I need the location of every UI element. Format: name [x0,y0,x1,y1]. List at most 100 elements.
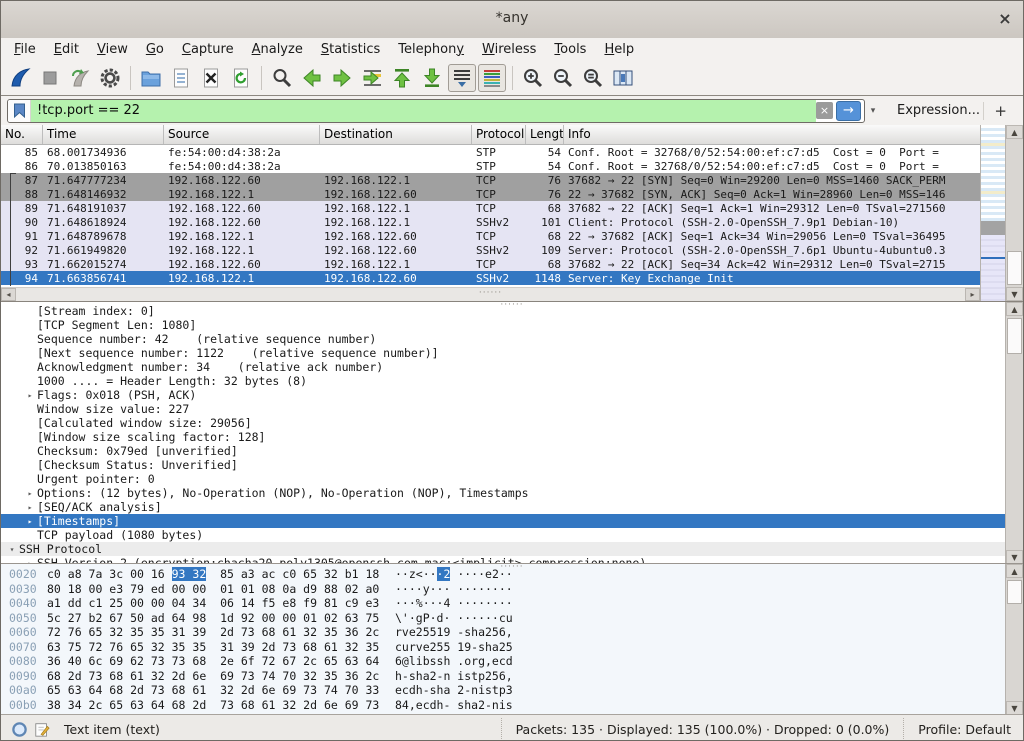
close-file-button[interactable] [197,64,225,92]
display-filter-input[interactable]: !tcp.port == 22 × → [7,99,865,123]
detail-line[interactable]: ▸ Options: (12 bytes), No-Operation (NOP… [1,486,1005,500]
stop-capture-button[interactable] [36,64,64,92]
menu-item[interactable]: Telephony [389,40,473,59]
menu-item[interactable]: View [88,40,137,59]
packet-row[interactable]: 85 68.001734936 fe:54:00:d4:38:2a STP 54… [1,145,980,159]
pane-splitter-grip[interactable]: ······ [479,288,502,299]
expander-icon[interactable]: ▸ [23,517,37,526]
detail-line[interactable]: Urgent pointer: 0 [1,472,1005,486]
scroll-left-icon[interactable]: ◂ [1,288,16,301]
details-vscrollbar[interactable]: ▲ ▼ [1005,302,1023,564]
menu-item[interactable]: Capture [173,40,243,59]
detail-line[interactable]: Sequence number: 42 (relative sequence n… [1,332,1005,346]
packet-row[interactable]: 90 71.648618924 192.168.122.60 192.168.1… [1,215,980,229]
scroll-up-icon[interactable]: ▲ [1006,302,1023,316]
packet-list-hscrollbar[interactable]: ◂ ······ ▸ [1,287,980,301]
go-last-packet-button[interactable] [418,64,446,92]
filter-bookmark-button[interactable] [8,100,31,122]
hex-row[interactable]: 0050 5c 27 b2 67 50 ad 64 98 1d 92 00 00… [9,611,1005,626]
scroll-up-icon[interactable]: ▲ [1006,125,1023,139]
scrollbar-thumb[interactable] [1007,318,1022,354]
scroll-down-icon[interactable]: ▼ [1006,701,1023,715]
expander-icon[interactable]: ▸ [23,503,37,512]
hex-row[interactable]: 0040 a1 dd c1 25 00 00 04 34 06 14 f5 e8… [9,596,1005,611]
capture-comment-button[interactable] [34,721,50,738]
detail-line[interactable]: ▸ Flags: 0x018 (PSH, ACK) [1,388,1005,402]
packet-row[interactable]: 86 70.013850163 fe:54:00:d4:38:2a STP 54… [1,159,980,173]
filter-clear-button[interactable]: × [816,102,833,119]
hex-row[interactable]: 0060 72 76 65 32 35 35 31 39 2d 73 68 61… [9,625,1005,640]
detail-line[interactable]: [Checksum Status: Unverified] [1,458,1005,472]
reload-file-button[interactable] [227,64,255,92]
scroll-up-icon[interactable]: ▲ [1006,564,1023,578]
column-header-protocol[interactable]: Protocol [472,125,526,144]
intelligent-scrollbar-minimap[interactable] [980,125,1005,301]
column-header-destination[interactable]: Destination [320,125,472,144]
go-to-packet-button[interactable] [358,64,386,92]
detail-line[interactable]: Window size value: 227 [1,402,1005,416]
scroll-down-icon[interactable]: ▼ [1006,550,1023,564]
packet-row[interactable]: 87 71.647777234 192.168.122.60 192.168.1… [1,173,980,187]
hex-row[interactable]: 00a0 65 63 64 68 2d 73 68 61 32 2d 6e 69… [9,683,1005,698]
restart-capture-button[interactable] [66,64,94,92]
scrollbar-thumb[interactable] [1007,251,1022,285]
save-file-button[interactable] [167,64,195,92]
menu-item[interactable]: Statistics [312,40,389,59]
hex-row[interactable]: 0080 36 40 6c 69 62 73 73 68 2e 6f 72 67… [9,654,1005,669]
packet-row[interactable]: 94 71.663856741 192.168.122.1 192.168.12… [1,271,980,285]
go-back-button[interactable] [298,64,326,92]
menu-item[interactable]: Go [137,40,173,59]
hex-row[interactable]: 0070 63 75 72 76 65 32 35 35 31 39 2d 73… [9,640,1005,655]
start-capture-button[interactable] [6,64,34,92]
column-header-time[interactable]: Time [43,125,164,144]
capture-options-button[interactable] [96,64,124,92]
detail-line[interactable]: Checksum: 0x79ed [unverified] [1,444,1005,458]
go-first-packet-button[interactable] [388,64,416,92]
detail-line[interactable]: Acknowledgment number: 34 (relative ack … [1,360,1005,374]
detail-line[interactable]: ▾ SSH Protocol [1,542,1005,556]
menu-item[interactable]: File [5,40,45,59]
pane-splitter-grip[interactable]: ······ [500,562,523,573]
status-profile[interactable]: Profile: Default [903,718,1013,741]
menu-item[interactable]: Help [595,40,643,59]
title-bar[interactable]: *any × [1,1,1023,39]
menu-item[interactable]: Edit [45,40,88,59]
expert-info-button[interactable] [11,721,28,738]
scroll-down-icon[interactable]: ▼ [1006,287,1023,301]
scrollbar-thumb[interactable] [1007,580,1022,604]
detail-line[interactable]: [Window size scaling factor: 128] [1,430,1005,444]
open-file-button[interactable] [137,64,165,92]
packet-row[interactable]: 91 71.648789678 192.168.122.1 192.168.12… [1,229,980,243]
packet-row[interactable]: 93 71.662015274 192.168.122.60 192.168.1… [1,257,980,271]
detail-line[interactable]: ▸ [SEQ/ACK analysis] [1,500,1005,514]
packet-row[interactable]: 88 71.648146932 192.168.122.1 192.168.12… [1,187,980,201]
add-filter-button[interactable]: + [983,102,1017,120]
detail-line[interactable]: [Calculated window size: 29056] [1,416,1005,430]
zoom-out-button[interactable] [549,64,577,92]
hex-row[interactable]: 0030 80 18 00 e3 79 ed 00 00 01 01 08 0a… [9,582,1005,597]
column-header-no[interactable]: No. [1,125,43,144]
expression-button[interactable]: Expression... [897,103,980,118]
zoom-in-button[interactable] [519,64,547,92]
menu-item[interactable]: Tools [545,40,595,59]
detail-line[interactable]: [Next sequence number: 1122 (relative se… [1,346,1005,360]
expander-icon[interactable]: ▸ [23,391,37,400]
filter-value[interactable]: !tcp.port == 22 [31,100,816,122]
resize-columns-button[interactable] [609,64,637,92]
menu-item[interactable]: Analyze [243,40,312,59]
go-forward-button[interactable] [328,64,356,92]
column-header-info[interactable]: Info [564,125,980,144]
detail-line[interactable]: ▸ [Timestamps] [1,514,1005,528]
column-header-source[interactable]: Source [164,125,320,144]
auto-scroll-button[interactable] [448,64,476,92]
detail-line[interactable]: TCP payload (1080 bytes) [1,528,1005,542]
zoom-reset-button[interactable] [579,64,607,92]
hex-vscrollbar[interactable]: ▲ ▼ [1005,564,1023,715]
filter-apply-button[interactable]: → [836,101,861,121]
hex-row[interactable]: 00b0 38 34 2c 65 63 64 68 2d 73 68 61 32… [9,698,1005,713]
packet-row[interactable]: 92 71.661949820 192.168.122.1 192.168.12… [1,243,980,257]
expander-icon[interactable]: ▸ [23,489,37,498]
colorize-packets-button[interactable] [478,64,506,92]
close-button[interactable]: × [995,8,1015,28]
hex-row[interactable]: 0090 68 2d 73 68 61 32 2d 6e 69 73 74 70… [9,669,1005,684]
